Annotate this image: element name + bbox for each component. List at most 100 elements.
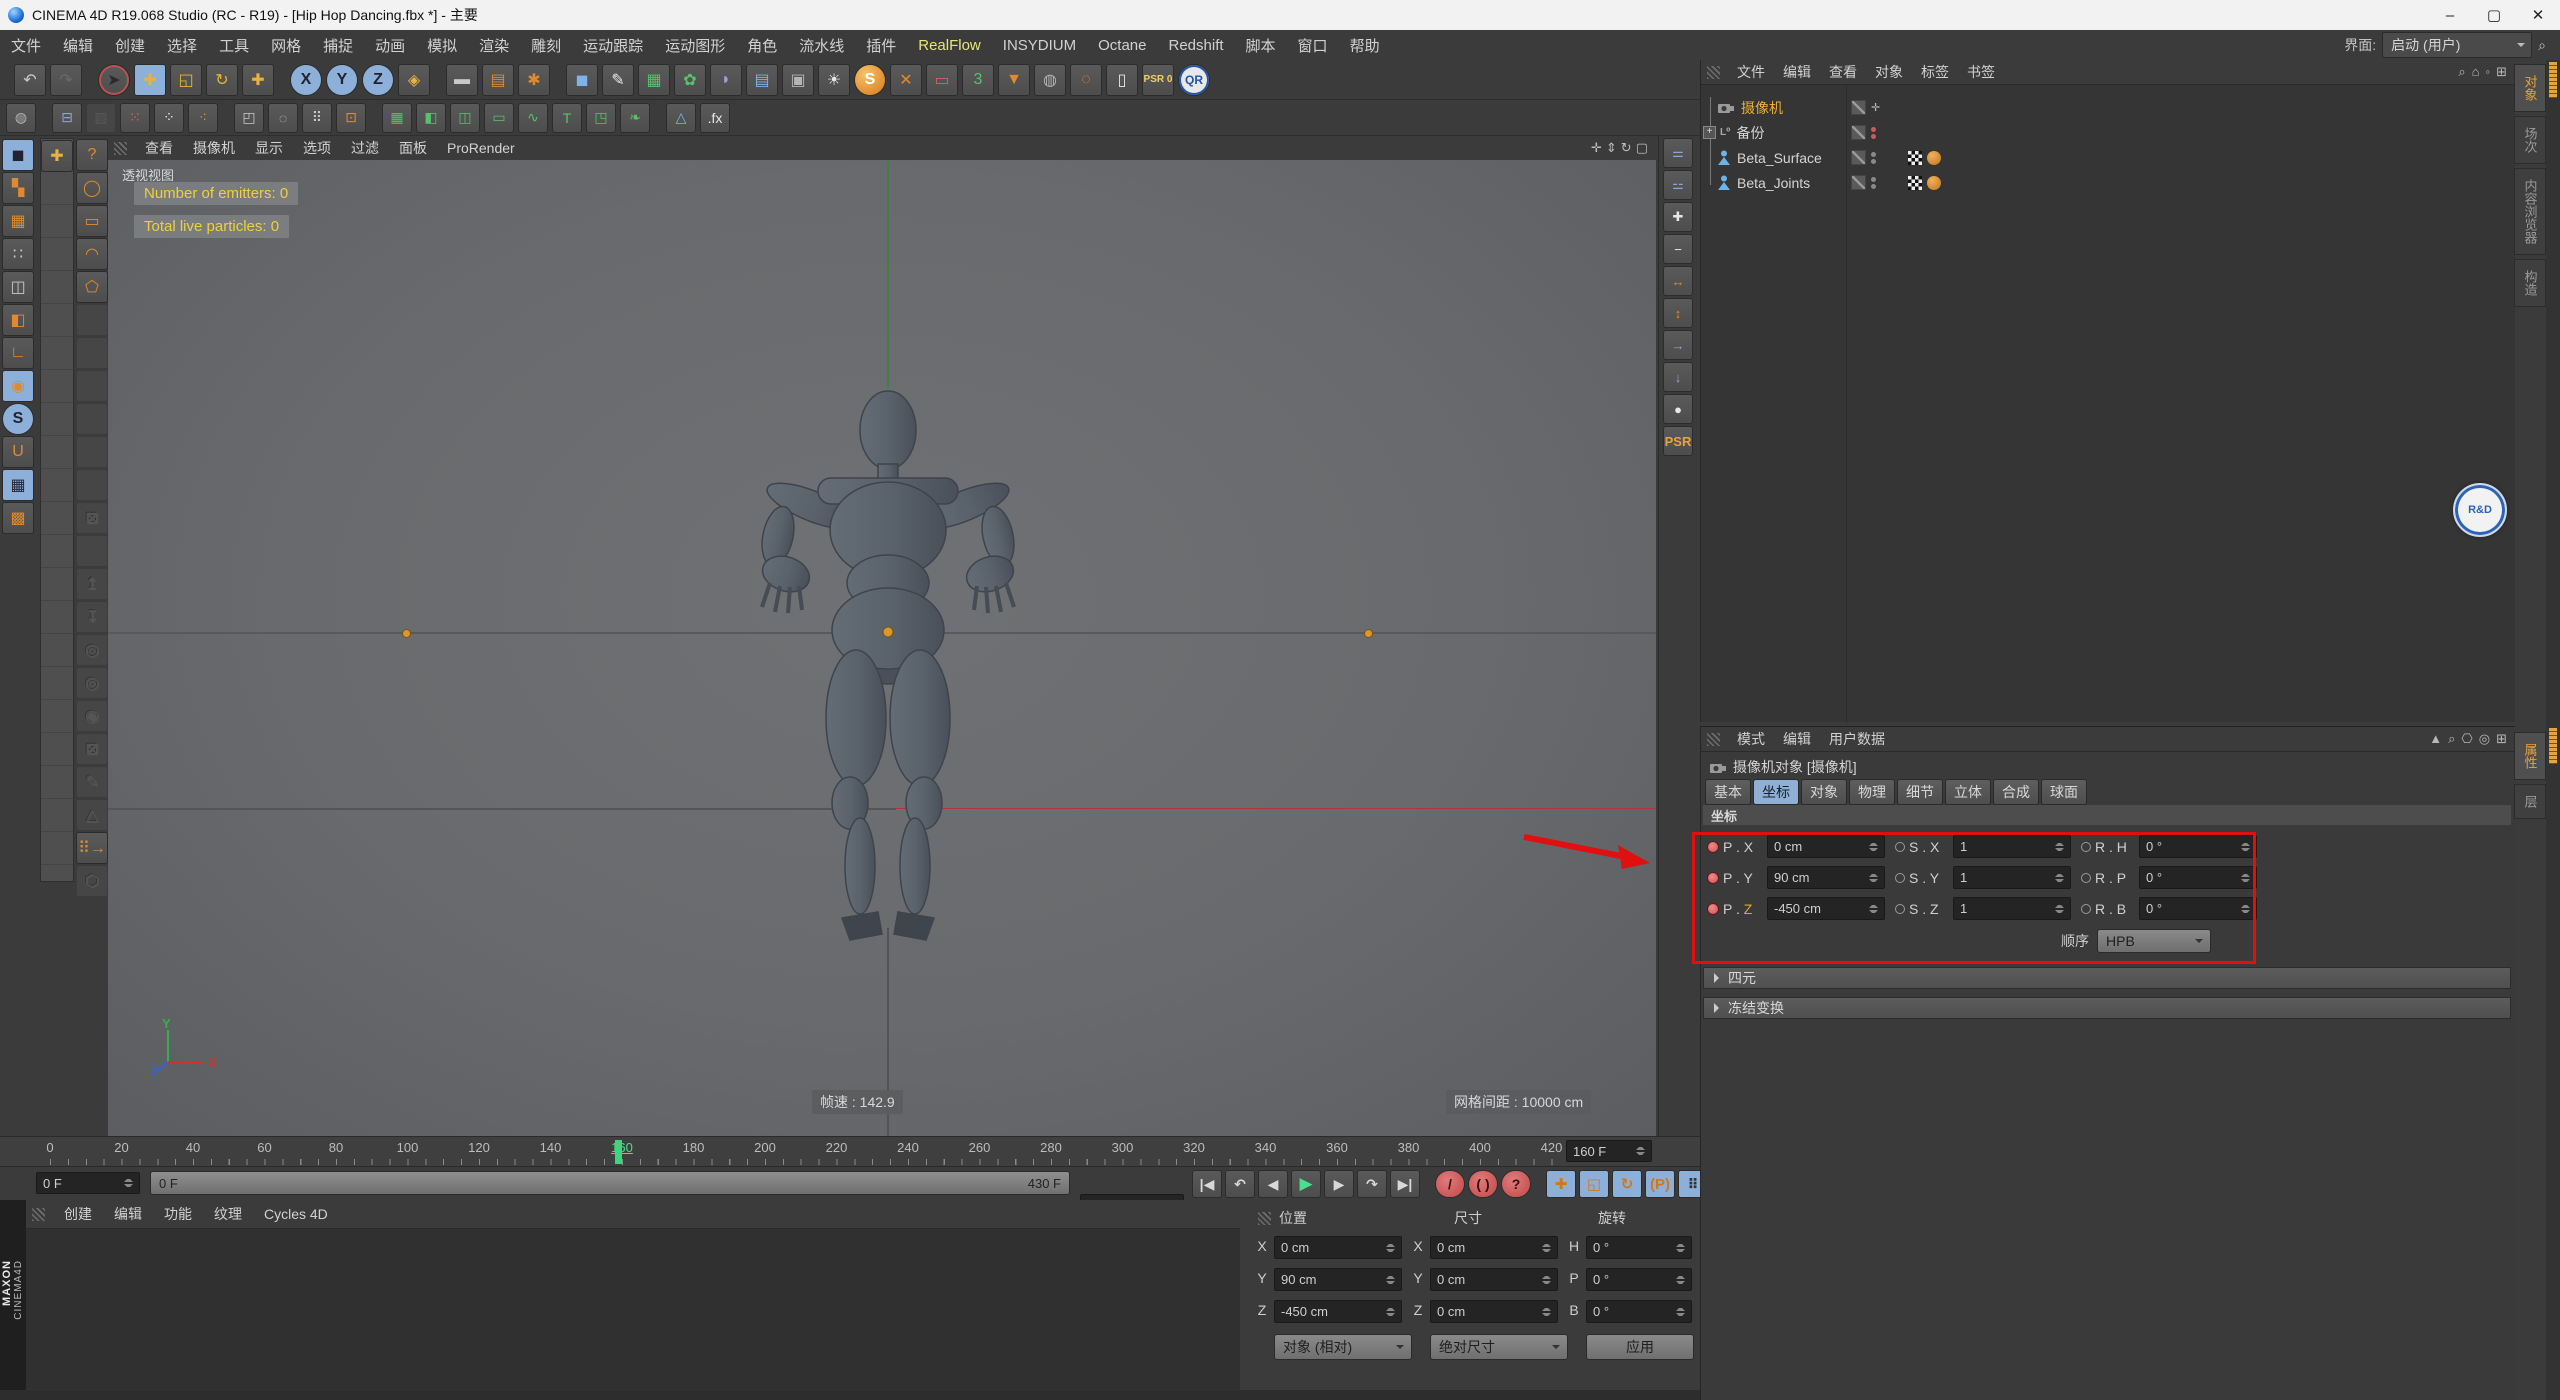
material-menu-item[interactable]: 创建 (53, 1199, 103, 1229)
key-parameter-toggle[interactable]: (P) (1645, 1170, 1675, 1198)
redo-icon[interactable]: ↷ (50, 64, 82, 96)
attribute-panel-tab[interactable]: 属性 (2514, 732, 2546, 780)
size-x-field[interactable]: 0 cm (1430, 1236, 1558, 1259)
grid-points-icon[interactable]: ⠿ (302, 103, 332, 133)
key-scale-toggle[interactable]: ◱ (1579, 1170, 1609, 1198)
deformers-icon[interactable]: ◗ (710, 64, 742, 96)
attribute-tab[interactable]: 坐标 (1753, 779, 1799, 805)
pos-y-field[interactable]: 90 cm (1274, 1268, 1402, 1291)
material-menu-item[interactable]: 纹理 (203, 1199, 253, 1229)
move-down-icon[interactable]: ↓ (1663, 362, 1693, 392)
current-frame-marker[interactable] (615, 1140, 622, 1164)
menu-item[interactable]: INSYDIUM (992, 30, 1087, 60)
small-cube-icon[interactable]: ◳ (586, 103, 616, 133)
om-search-icon[interactable]: ⌕ (2458, 64, 2465, 80)
hierarchy-icon[interactable]: ⊟ (52, 103, 82, 133)
menu-item[interactable]: 捕捉 (312, 30, 364, 60)
pos-x-field[interactable]: 0 cm (1274, 1236, 1402, 1259)
panel-grip-icon[interactable] (32, 1208, 45, 1221)
circle-points-icon[interactable]: ◌ (268, 103, 298, 133)
dynamics-icon[interactable]: ▼ (998, 64, 1030, 96)
move-tool-dock-icon[interactable]: ✚ (41, 140, 73, 172)
am-menu-item[interactable]: 模式 (1728, 727, 1774, 751)
arrange-horizontal-icon[interactable]: ↔ (1663, 266, 1693, 296)
light-icon[interactable]: ☀ (818, 64, 850, 96)
skin-tag-icon[interactable] (1927, 151, 1941, 165)
layer-box[interactable] (1851, 125, 1866, 140)
coordinate-system-icon[interactable]: ◈ (398, 64, 430, 96)
menu-item[interactable]: 网格 (260, 30, 312, 60)
render-settings-icon[interactable]: ✱ (518, 64, 550, 96)
previous-frame-button[interactable]: ◀ (1258, 1170, 1288, 1198)
psr-transfer-icon[interactable]: PSR (1663, 426, 1693, 456)
disabled-tool-2-icon[interactable] (76, 337, 108, 369)
am-menu-item[interactable]: 用户数据 (1820, 727, 1894, 751)
right-panel-tab[interactable]: 场次 (2514, 116, 2546, 164)
menu-item[interactable]: 雕刻 (520, 30, 572, 60)
disabled-tool-6-icon[interactable] (76, 469, 108, 501)
attribute-tab[interactable]: 基本 (1705, 779, 1751, 805)
layer-box[interactable] (1851, 175, 1866, 190)
om-menu-item[interactable]: 文件 (1728, 60, 1774, 84)
viewport-menu-item[interactable]: 查看 (135, 136, 183, 160)
menu-item[interactable]: 窗口 (1287, 30, 1339, 60)
remove-object-icon[interactable]: − (1663, 234, 1693, 264)
edges-mode-icon[interactable]: ◫ (2, 271, 34, 303)
polygons-mode-icon[interactable]: ◧ (2, 304, 34, 336)
close-button[interactable]: ✕ (2516, 0, 2560, 30)
lasso-selection-icon[interactable]: ◠ (76, 238, 108, 270)
lock-z-axis-icon[interactable]: Z (362, 64, 394, 96)
scale-tool-icon[interactable]: ◱ (170, 64, 202, 96)
rectangle-selection-icon[interactable]: ▭ (76, 205, 108, 237)
menu-item[interactable]: 插件 (855, 30, 907, 60)
camera-target-icon[interactable]: ✛ (1871, 101, 1880, 114)
am-target-icon[interactable]: ◎ (2479, 731, 2490, 747)
move-next-icon[interactable]: → (1663, 330, 1693, 360)
am-search-icon[interactable]: ⌕ (2448, 731, 2455, 747)
move-tool-icon[interactable]: ✚ (134, 64, 166, 96)
points-paint-icon[interactable]: ⁖ (188, 103, 218, 133)
rot-h-field[interactable]: 0 ° (1586, 1236, 1692, 1259)
material-menu-item[interactable]: 功能 (153, 1199, 203, 1229)
last-tool-icon[interactable]: ✚ (242, 64, 274, 96)
circle-selection-icon[interactable]: ◯ (76, 172, 108, 204)
layer-box[interactable] (1851, 150, 1866, 165)
layer-box[interactable] (1851, 100, 1866, 115)
material-menu-item[interactable]: Cycles 4D (253, 1199, 339, 1229)
spinner[interactable] (1636, 1141, 1645, 1161)
menu-item[interactable]: 编辑 (52, 30, 104, 60)
rotate-workplane-icon[interactable]: ▩ (2, 502, 34, 534)
render-picture-viewer-icon[interactable]: ▤ (482, 64, 514, 96)
undo-icon[interactable]: ↶ (14, 64, 46, 96)
om-menu-item[interactable]: 书签 (1958, 60, 2004, 84)
object-row-backup[interactable]: + L⁰ 备份 (1701, 120, 2515, 145)
material-icon[interactable]: S (854, 64, 886, 96)
panel-grip-icon[interactable] (1707, 733, 1720, 746)
coordinates-section-header[interactable]: 坐标 (1703, 805, 2511, 825)
toggle-view-icon[interactable]: ▢ (1636, 140, 1648, 156)
workplane-mode-icon[interactable]: ▦ (2, 205, 34, 237)
scene-camera-icon[interactable]: ▣ (782, 64, 814, 96)
weight-tag-icon[interactable] (1907, 150, 1923, 166)
viewport-solo-icon[interactable]: ◉ (2, 370, 34, 402)
am-pin-icon[interactable]: ▲ (2429, 731, 2442, 747)
disabled-tool-16-icon[interactable]: △ (76, 799, 108, 831)
panel-grip-icon[interactable] (1707, 66, 1720, 79)
disabled-tool-8-icon[interactable] (76, 535, 108, 567)
autokey-button[interactable]: ( ) (1468, 1170, 1498, 1198)
viewport-menu-item[interactable]: 过滤 (341, 136, 389, 160)
object-row-camera[interactable]: 摄像机 ✛ (1701, 95, 2515, 120)
menubar-search-icon[interactable]: ⌕ (2538, 37, 2546, 54)
minimize-button[interactable]: – (2428, 0, 2472, 30)
pyramid-stack-icon[interactable]: △ (666, 103, 696, 133)
previous-key-button[interactable]: ↶ (1225, 1170, 1255, 1198)
menu-item[interactable]: 脚本 (1235, 30, 1287, 60)
om-menu-item[interactable]: 对象 (1866, 60, 1912, 84)
floor-icon[interactable]: ▤ (746, 64, 778, 96)
disabled-tool-11-icon[interactable]: ◎ (76, 634, 108, 666)
arrange-vertical-icon[interactable]: ↕ (1663, 298, 1693, 328)
menu-item[interactable]: Redshift (1158, 30, 1235, 60)
corner-point-icon[interactable]: ◰ (234, 103, 264, 133)
paste-disabled-icon[interactable]: ▨ (86, 103, 116, 133)
curve-cubes-icon[interactable]: ∿ (518, 103, 548, 133)
